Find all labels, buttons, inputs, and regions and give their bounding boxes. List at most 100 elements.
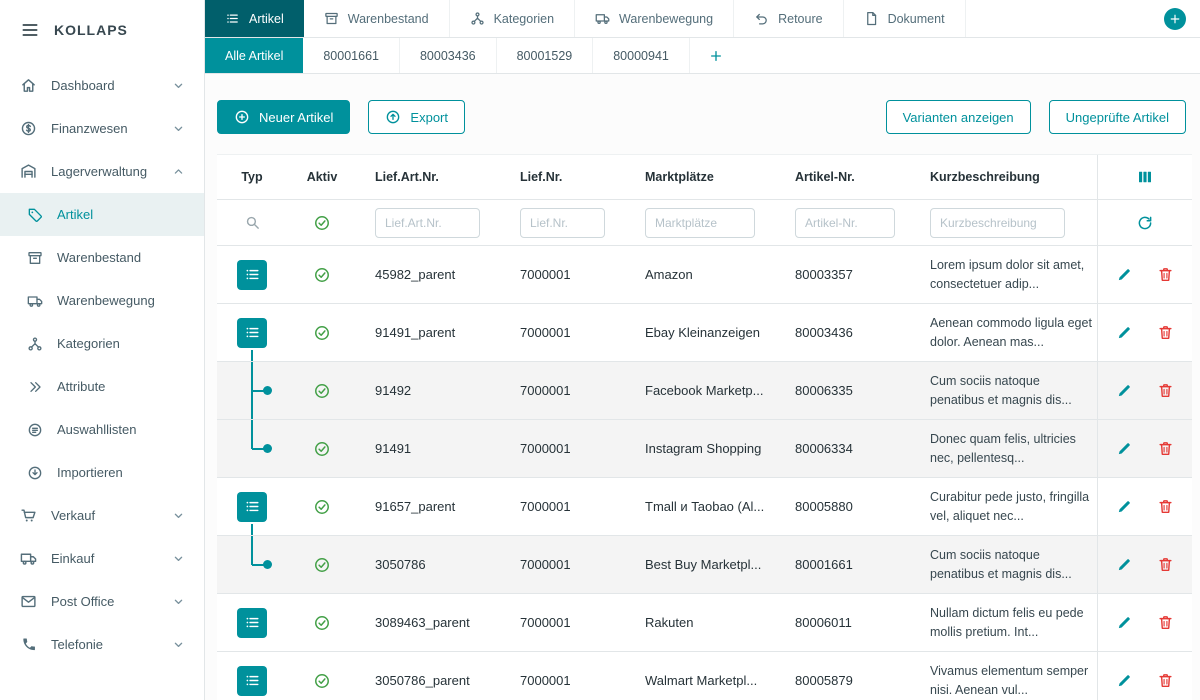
- delete-article-button[interactable]: [1157, 614, 1174, 631]
- export-label: Export: [410, 110, 448, 125]
- article-type-button[interactable]: [237, 318, 267, 348]
- kurzbeschreibung-text: Donec quam felis, ultricies nec, pellent…: [930, 430, 1097, 466]
- menu-icon[interactable]: [20, 20, 40, 40]
- edit-article-button[interactable]: [1116, 614, 1133, 631]
- active-status-icon: [313, 556, 331, 574]
- article-tab-80003436[interactable]: 80003436: [400, 38, 497, 73]
- type-cell: [217, 536, 287, 593]
- add-tab-button[interactable]: [1164, 8, 1186, 30]
- type-cell: [217, 478, 287, 535]
- tab-kategorien[interactable]: Kategorien: [450, 0, 575, 37]
- edit-article-button[interactable]: [1116, 498, 1133, 515]
- actions-cell: [1097, 420, 1192, 477]
- sidebar-item-dashboard[interactable]: Dashboard: [0, 64, 204, 107]
- lief-nr-cell: 7000001: [502, 325, 627, 340]
- sidebar-item-label: Lagerverwaltung: [51, 164, 157, 179]
- article-type-button[interactable]: [237, 260, 267, 290]
- delete-article-button[interactable]: [1157, 382, 1174, 399]
- edit-article-button[interactable]: [1116, 324, 1133, 341]
- sidebar-subitem-auswahllisten[interactable]: Auswahllisten: [0, 408, 204, 451]
- new-article-button[interactable]: Neuer Artikel: [217, 100, 350, 134]
- article-tab-80000941[interactable]: 80000941: [593, 38, 690, 73]
- sidebar-item-post-office[interactable]: Post Office: [0, 580, 204, 623]
- show-variants-button[interactable]: Varianten anzeigen: [886, 100, 1031, 134]
- article-tab-80001661[interactable]: 80001661: [303, 38, 400, 73]
- sidebar-subitem-label: Attribute: [57, 379, 186, 394]
- sidebar-subitem-warenbewegung[interactable]: Warenbewegung: [0, 279, 204, 322]
- sidebar-item-finanzwesen[interactable]: Finanzwesen: [0, 107, 204, 150]
- tab-dokument[interactable]: Dokument: [844, 0, 966, 37]
- tab-warenbestand[interactable]: Warenbestand: [304, 0, 450, 37]
- delete-article-button[interactable]: [1157, 556, 1174, 573]
- article-type-button[interactable]: [237, 492, 267, 522]
- refresh-icon[interactable]: [1136, 214, 1154, 232]
- filter-artikel-nr-cell: [777, 208, 912, 238]
- tree-connector: [251, 420, 253, 449]
- article-type-button[interactable]: [237, 666, 267, 696]
- active-status-icon: [313, 382, 331, 400]
- artikel-nr-cell: 80005879: [777, 673, 912, 688]
- shipping-icon: [20, 550, 37, 567]
- sidebar-item-telefonie[interactable]: Telefonie: [0, 623, 204, 666]
- kurzbeschreibung-text: Aenean commodo ligula eget dolor. Aenean…: [930, 314, 1097, 350]
- mail-icon: [20, 593, 37, 610]
- actions-cell: [1097, 478, 1192, 535]
- filter-artikel-nr-input[interactable]: [795, 208, 895, 238]
- filter-kurzbeschreibung-input[interactable]: [930, 208, 1065, 238]
- tab-warenbewegung[interactable]: Warenbewegung: [575, 0, 734, 37]
- edit-article-button[interactable]: [1116, 440, 1133, 457]
- delete-article-button[interactable]: [1157, 440, 1174, 457]
- sidebar-subitem-label: Kategorien: [57, 336, 186, 351]
- article-tab-alle-artikel[interactable]: Alle Artikel: [205, 38, 303, 73]
- lief-nr-cell: 7000001: [502, 499, 627, 514]
- cart-icon: [20, 507, 37, 524]
- chevron-down-icon: [171, 637, 186, 652]
- filter-lief-nr-input[interactable]: [520, 208, 605, 238]
- tab-label: Dokument: [888, 12, 945, 26]
- edit-article-button[interactable]: [1116, 672, 1133, 689]
- edit-article-button[interactable]: [1116, 382, 1133, 399]
- tab-label: Artikel: [249, 12, 284, 26]
- actions-cell: [1097, 246, 1192, 303]
- marktplaetze-cell: Facebook Marketp...: [627, 383, 777, 398]
- sidebar-subitem-attribute[interactable]: Attribute: [0, 365, 204, 408]
- active-cell: [287, 362, 357, 419]
- active-filter-icon[interactable]: [313, 214, 331, 232]
- filter-lief-art-nr-input[interactable]: [375, 208, 480, 238]
- chevron-down-icon: [171, 551, 186, 566]
- app-logo: KOLLAPS: [54, 22, 128, 38]
- sidebar-subitem-kategorien[interactable]: Kategorien: [0, 322, 204, 365]
- active-cell: [287, 420, 357, 477]
- add-article-tab-button[interactable]: [690, 38, 742, 73]
- unchecked-articles-button[interactable]: Ungeprüfte Artikel: [1049, 100, 1186, 134]
- article-row: 91657_parent7000001Tmall и Taobao (Al...…: [217, 478, 1192, 536]
- delete-article-button[interactable]: [1157, 324, 1174, 341]
- lief-art-nr-cell: 3089463_parent: [357, 615, 502, 630]
- sidebar-subitem-artikel[interactable]: Artikel: [0, 193, 204, 236]
- show-variants-label: Varianten anzeigen: [903, 110, 1014, 125]
- kurzbeschreibung-cell: Nullam dictum felis eu pede mollis preti…: [912, 604, 1097, 640]
- sidebar-header: KOLLAPS: [0, 0, 204, 60]
- tab-retoure[interactable]: Retoure: [734, 0, 843, 37]
- filter-marktplaetze-input[interactable]: [645, 208, 755, 238]
- sidebar-item-einkauf[interactable]: Einkauf: [0, 537, 204, 580]
- article-tab-80001529[interactable]: 80001529: [497, 38, 594, 73]
- tab-artikel[interactable]: Artikel: [205, 0, 304, 37]
- edit-article-button[interactable]: [1116, 556, 1133, 573]
- delete-article-button[interactable]: [1157, 498, 1174, 515]
- sidebar-item-verkauf[interactable]: Verkauf: [0, 494, 204, 537]
- sidebar-item-label: Dashboard: [51, 78, 157, 93]
- edit-article-button[interactable]: [1116, 266, 1133, 283]
- article-row: 45982_parent7000001Amazon80003357Lorem i…: [217, 246, 1192, 304]
- columns-icon[interactable]: [1136, 168, 1154, 186]
- kurzbeschreibung-cell: Lorem ipsum dolor sit amet, consectetuer…: [912, 256, 1097, 292]
- sidebar-subitem-warenbestand[interactable]: Warenbestand: [0, 236, 204, 279]
- delete-article-button[interactable]: [1157, 266, 1174, 283]
- sidebar-item-lagerverwaltung[interactable]: Lagerverwaltung: [0, 150, 204, 193]
- article-type-button[interactable]: [237, 608, 267, 638]
- sidebar-subitem-importieren[interactable]: Importieren: [0, 451, 204, 494]
- tree-node-dot: [263, 386, 272, 395]
- delete-article-button[interactable]: [1157, 672, 1174, 689]
- shipping-icon: [595, 11, 610, 26]
- export-button[interactable]: Export: [368, 100, 465, 134]
